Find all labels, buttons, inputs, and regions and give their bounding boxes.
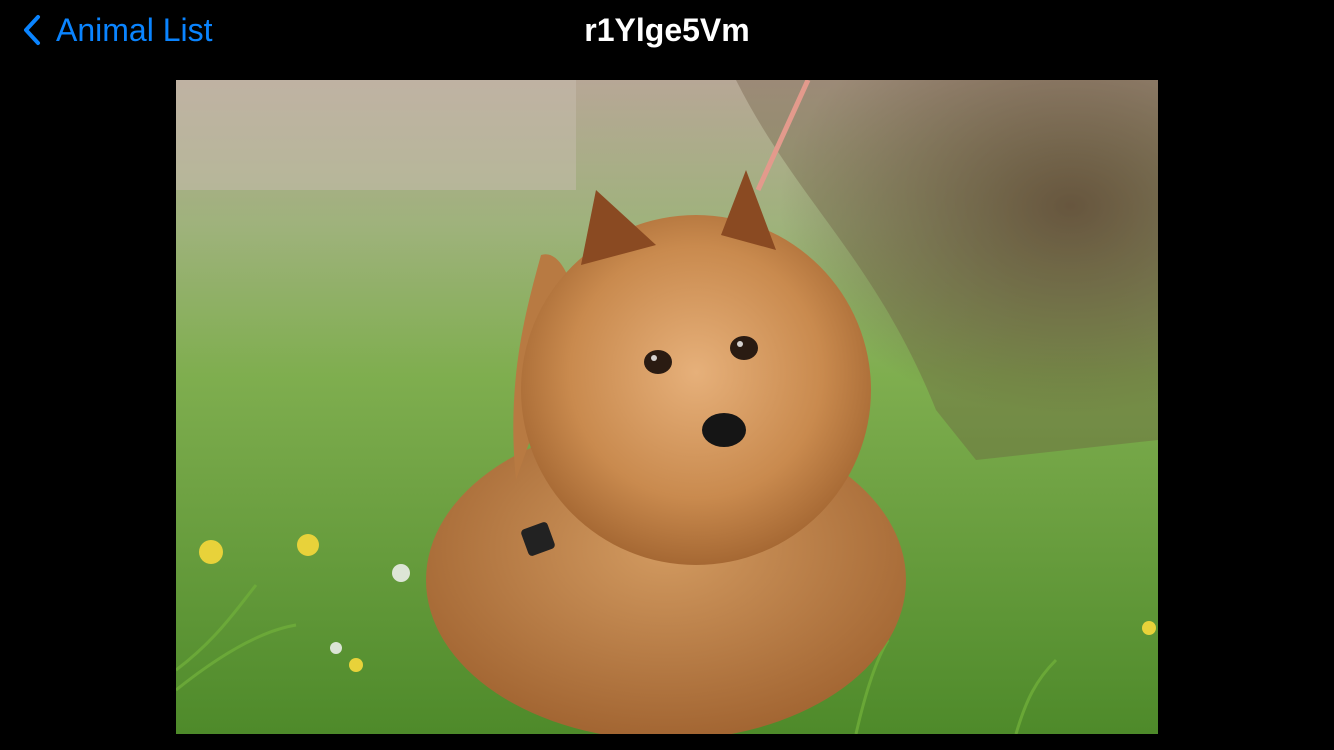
navigation-bar: Animal List r1Ylge5Vm bbox=[0, 0, 1334, 62]
animal-detail-screen: Animal List r1Ylge5Vm bbox=[0, 0, 1334, 750]
dog-photo bbox=[176, 80, 1158, 734]
page-title: r1Ylge5Vm bbox=[584, 12, 750, 48]
